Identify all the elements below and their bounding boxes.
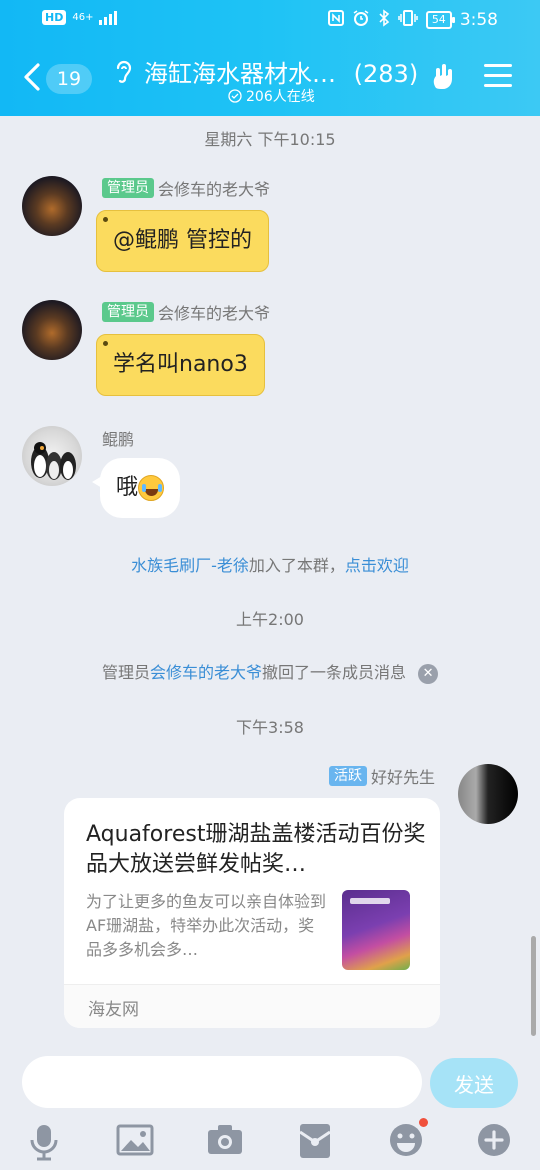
unread-count-badge[interactable]: 19 <box>46 64 92 94</box>
chat-area[interactable]: 星期六 下午10:15 管理员 会修车的老大爷 @鲲鹏 管控的 管理员 会修车的… <box>0 116 540 1040</box>
plus-icon[interactable] <box>476 1122 516 1162</box>
sender-name[interactable]: 会修车的老大爷 <box>158 176 270 200</box>
product-thumbnail <box>342 890 410 970</box>
system-text: 加入了本群， <box>248 556 345 575</box>
card-footer: 海友网 <box>64 984 440 1028</box>
bluetooth-icon <box>378 9 390 31</box>
welcome-link[interactable]: 点击欢迎 <box>345 556 409 575</box>
card-description: 为了让更多的鱼友可以亲自体验到AF珊湖盐，特举办此次活动，奖品多多机会多… <box>86 892 327 959</box>
system-prefix: 管理员 <box>101 663 150 682</box>
nfc-icon <box>327 10 344 30</box>
status-bar: HD 46+ 54 3:58 <box>0 0 540 40</box>
back-chevron-icon[interactable] <box>22 62 42 96</box>
sender-name[interactable]: 鲲鹏 <box>102 426 134 450</box>
sender-line: 鲲鹏 <box>102 426 134 450</box>
close-icon[interactable]: ✕ <box>418 663 439 684</box>
camera-icon[interactable] <box>206 1122 246 1162</box>
admin-badge: 管理员 <box>102 302 154 322</box>
image-icon[interactable] <box>116 1122 156 1162</box>
top-bar: HD 46+ 54 3:58 19 海缸海水器材水… (283) 206人在线 <box>0 0 540 116</box>
vibrate-icon <box>398 9 418 31</box>
sender-line: 管理员 会修车的老大爷 <box>102 176 270 200</box>
input-bar: 发送 <box>0 1040 540 1170</box>
avatar[interactable] <box>22 426 82 486</box>
avatar[interactable] <box>458 764 518 824</box>
laughing-tears-emoji-icon <box>138 475 165 501</box>
avatar[interactable] <box>22 176 82 236</box>
sender-name[interactable]: 会修车的老大爷 <box>158 300 270 324</box>
ear-icon[interactable] <box>114 58 134 86</box>
link-card[interactable]: Aquaforest珊湖盐盖楼活动百份奖品大放送尝鲜发帖奖… 为了让更多的鱼友可… <box>64 798 440 1028</box>
hand-gesture-icon[interactable] <box>430 62 460 92</box>
time-divider: 下午3:58 <box>236 718 304 737</box>
avatar[interactable] <box>22 300 82 360</box>
system-text: 撤回了一条成员消息 <box>262 663 407 682</box>
signal-icon <box>99 10 118 25</box>
member-link[interactable]: 会修车的老大爷 <box>150 663 262 682</box>
chat-header: 19 海缸海水器材水… (283) 206人在线 <box>0 40 540 116</box>
penguin-avatar-icon <box>31 442 76 480</box>
status-time: 3:58 <box>459 10 498 30</box>
input-toolbar <box>0 1118 540 1168</box>
message-input[interactable] <box>22 1056 422 1108</box>
hd-indicator: HD <box>42 10 67 25</box>
message-text: 哦 <box>116 475 139 500</box>
sender-name[interactable]: 好好先生 <box>371 764 435 788</box>
message-bubble[interactable]: 学名叫nano3 <box>96 334 265 396</box>
alarm-icon <box>352 9 370 31</box>
check-circle-icon <box>228 89 242 103</box>
menu-icon[interactable] <box>484 64 512 90</box>
network-type: 46+ <box>72 12 94 23</box>
active-badge: 活跃 <box>328 766 367 786</box>
group-name: 海缸海水器材水… <box>144 60 336 88</box>
emoji-icon[interactable] <box>388 1118 428 1162</box>
admin-badge: 管理员 <box>102 178 154 198</box>
sender-line: 管理员 会修车的老大爷 <box>102 300 270 324</box>
member-count: (283) <box>353 60 419 88</box>
system-message: 水族毛刷厂-老徐加入了本群，点击欢迎 <box>0 552 540 576</box>
time-divider: 上午2:00 <box>236 610 304 629</box>
online-count: 206人在线 <box>246 89 315 105</box>
sender-line: 活跃 好好先生 <box>328 764 435 788</box>
member-link[interactable]: 水族毛刷厂-老徐 <box>131 556 249 575</box>
message-bubble[interactable]: 哦 <box>91 458 181 518</box>
battery-indicator: 54 <box>425 11 455 29</box>
notification-dot <box>419 1118 428 1127</box>
card-title: Aquaforest珊湖盐盖楼活动百份奖品大放送尝鲜发帖奖… <box>86 822 426 877</box>
mic-icon[interactable] <box>26 1122 66 1162</box>
scrollbar[interactable] <box>531 936 536 1036</box>
time-divider: 星期六 下午10:15 <box>204 130 336 149</box>
system-message: 管理员会修车的老大爷撤回了一条成员消息 ✕ <box>0 659 540 684</box>
group-title[interactable]: 海缸海水器材水… (283) <box>144 54 418 89</box>
online-status: 206人在线 <box>228 86 315 106</box>
send-button[interactable]: 发送 <box>430 1058 518 1108</box>
message-bubble[interactable]: @鲲鹏 管控的 <box>96 210 269 272</box>
red-packet-icon[interactable] <box>298 1122 338 1162</box>
card-source: 海友网 <box>88 1000 139 1020</box>
